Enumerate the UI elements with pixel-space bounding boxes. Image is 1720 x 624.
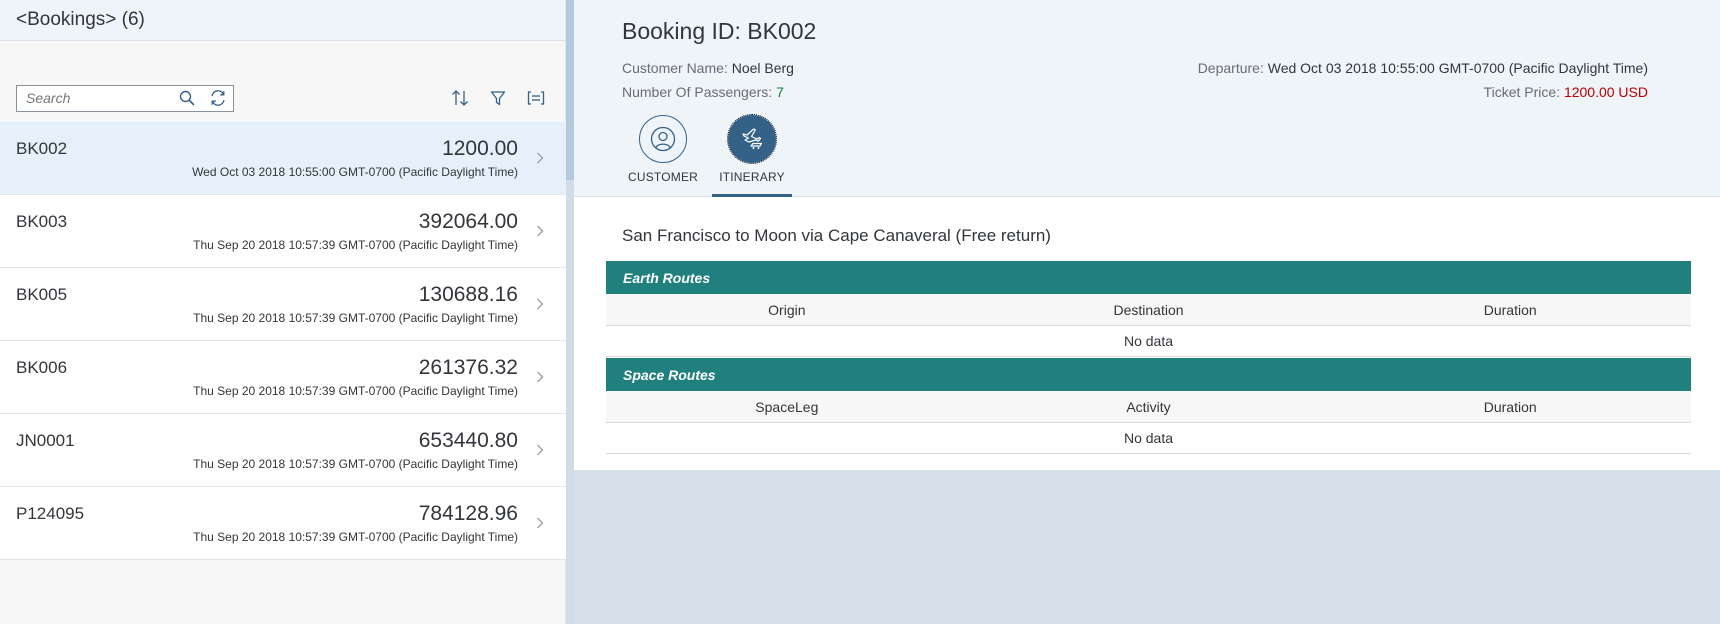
refresh-icon[interactable] [202, 86, 233, 111]
departure-label: Departure: [1197, 60, 1268, 76]
booking-date: Thu Sep 20 2018 10:57:39 GMT-0700 (Pacif… [193, 238, 518, 252]
chevron-right-icon [534, 296, 546, 312]
detail-panel: Booking ID: BK002 Customer Name: Noel Be… [574, 0, 1720, 624]
column-header: Origin [768, 301, 806, 318]
group-icon [527, 91, 545, 105]
passengers-value: 7 [776, 84, 784, 100]
booking-date: Thu Sep 20 2018 10:57:39 GMT-0700 (Pacif… [193, 311, 518, 325]
chevron-right-icon [534, 223, 546, 239]
price-attribute: Ticket Price: 1200.00 USD [1484, 84, 1648, 100]
booking-id: P124095 [16, 504, 85, 523]
filter-icon [490, 91, 506, 106]
tab-label: ITINERARY [719, 170, 785, 184]
booking-price: 784128.96 [418, 502, 518, 525]
booking-id: JN0001 [16, 431, 75, 450]
list-item[interactable]: P124095 784128.96 Thu Sep 20 2018 10:57:… [0, 487, 566, 560]
no-data-row: No data [606, 423, 1691, 454]
customer-label: Customer Name: [622, 60, 732, 76]
chevron-right-icon [534, 369, 546, 385]
booking-id: BK002 [16, 139, 68, 158]
table-header-row: SpaceLeg Activity Duration [606, 391, 1691, 423]
departure-attribute: Departure: Wed Oct 03 2018 10:55:00 GMT-… [1198, 60, 1648, 76]
sort-button[interactable] [441, 84, 479, 112]
master-toolbar [16, 84, 555, 112]
booking-id: BK005 [16, 285, 68, 304]
search-icon[interactable] [171, 86, 202, 111]
price-label: Ticket Price: [1483, 84, 1564, 100]
booking-price: 392064.00 [418, 210, 518, 233]
master-title: <Bookings> (6) [16, 9, 145, 30]
earth-routes-table: Earth Routes Origin Destination Duration… [606, 261, 1691, 357]
space-routes-table: Space Routes SpaceLeg Activity Duration … [606, 358, 1691, 454]
list-item[interactable]: JN0001 653440.80 Thu Sep 20 2018 10:57:3… [0, 414, 566, 487]
customer-value: Noel Berg [731, 60, 794, 76]
column-header: Activity [1126, 398, 1171, 415]
table-header-row: Origin Destination Duration [606, 294, 1691, 326]
booking-date: Thu Sep 20 2018 10:57:39 GMT-0700 (Pacif… [193, 457, 518, 471]
price-value: 1200.00 USD [1563, 84, 1648, 100]
itinerary-title: San Francisco to Moon via Cape Canaveral… [622, 226, 1051, 245]
sort-icon [452, 90, 468, 106]
booking-price: 130688.16 [418, 283, 518, 306]
tab-label: CUSTOMER [627, 170, 699, 184]
booking-id: BK006 [16, 358, 68, 377]
itinerary-panel: San Francisco to Moon via Cape Canaveral… [574, 197, 1720, 470]
list-item[interactable]: BK006 261376.32 Thu Sep 20 2018 10:57:39… [0, 341, 566, 414]
customer-icon [639, 115, 687, 163]
page-title: Booking ID: BK002 [622, 18, 817, 44]
booking-price: 653440.80 [418, 429, 518, 452]
chevron-right-icon [534, 442, 546, 458]
tab-itinerary[interactable]: ITINERARY [712, 114, 792, 195]
column-header: Duration [1483, 398, 1537, 415]
booking-price: 1200.00 [442, 137, 518, 160]
booking-date: Wed Oct 03 2018 10:55:00 GMT-0700 (Pacif… [192, 165, 518, 179]
search-field [16, 84, 234, 112]
booking-date: Thu Sep 20 2018 10:57:39 GMT-0700 (Pacif… [193, 384, 518, 398]
search-input[interactable] [17, 85, 171, 111]
master-header: <Bookings> (6) [0, 0, 565, 41]
booking-date: Thu Sep 20 2018 10:57:39 GMT-0700 (Pacif… [193, 530, 518, 544]
split-divider[interactable] [566, 0, 574, 624]
passengers-label: Number Of Passengers: [622, 84, 777, 100]
booking-price: 261376.32 [418, 356, 518, 379]
object-header: Booking ID: BK002 Customer Name: Noel Be… [574, 0, 1720, 197]
master-panel: <Bookings> (6) Search BK002 1200.00 Wed … [0, 0, 566, 624]
departure-value: Wed Oct 03 2018 10:55:00 GMT-0700 (Pacif… [1267, 60, 1648, 76]
flight-icon [727, 114, 777, 164]
app-root: <Bookings> (6) Search BK002 1200.00 Wed … [0, 0, 1720, 624]
chevron-right-icon [534, 150, 546, 166]
column-header: SpaceLeg [755, 398, 819, 415]
booking-list: BK002 1200.00 Wed Oct 03 2018 10:55:00 G… [0, 122, 566, 560]
passengers-attribute: Number Of Passengers: 7 [622, 84, 784, 100]
list-item[interactable]: BK005 130688.16 Thu Sep 20 2018 10:57:39… [0, 268, 566, 341]
list-item[interactable]: BK003 392064.00 Thu Sep 20 2018 10:57:39… [0, 195, 566, 268]
chevron-right-icon [534, 515, 546, 531]
no-data-row: No data [606, 326, 1691, 357]
list-item[interactable]: BK002 1200.00 Wed Oct 03 2018 10:55:00 G… [0, 122, 566, 195]
booking-id: BK003 [16, 212, 68, 231]
column-header: Destination [1113, 301, 1184, 318]
group-button[interactable] [517, 84, 555, 112]
tab-customer[interactable]: CUSTOMER [623, 115, 703, 195]
customer-attribute: Customer Name: Noel Berg [622, 60, 794, 76]
table-heading: Earth Routes [606, 261, 1691, 294]
table-heading: Space Routes [606, 358, 1691, 391]
filter-button[interactable] [479, 84, 517, 112]
column-header: Duration [1483, 301, 1537, 318]
